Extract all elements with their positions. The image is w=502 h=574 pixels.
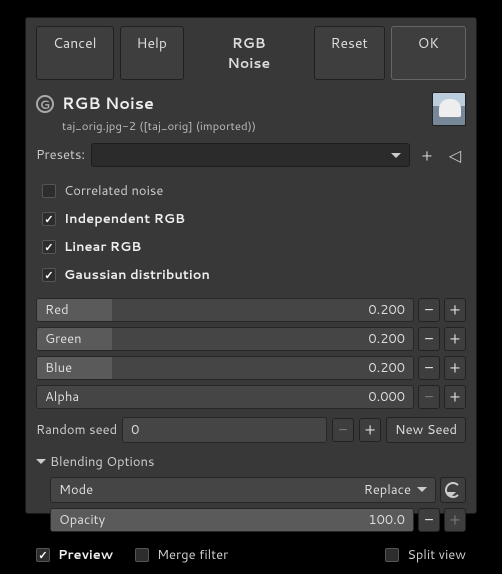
blue-slider[interactable]: Blue 0.200	[36, 356, 414, 380]
bottom-options-row: Preview Merge filter Split view	[36, 546, 466, 564]
opacity-decrement-button[interactable]	[418, 508, 440, 532]
red-increment-button[interactable]	[444, 298, 466, 322]
filter-name: RGB Noise	[62, 92, 424, 115]
correlated-noise-checkbox[interactable]	[42, 184, 56, 198]
blue-slider-row: Blue 0.200	[36, 356, 466, 380]
blue-decrement-button[interactable]	[418, 356, 440, 380]
merge-filter-label: Merge filter	[157, 546, 228, 564]
random-seed-value: 0	[131, 421, 139, 439]
independent-rgb-label: Independent RGB	[64, 210, 185, 228]
opacity-increment-button[interactable]	[444, 508, 466, 532]
mode-label: Mode	[59, 481, 93, 499]
green-increment-button[interactable]	[444, 327, 466, 351]
blending-options-header[interactable]: Blending Options	[36, 453, 466, 471]
alpha-decrement-button[interactable]	[418, 385, 440, 409]
opacity-slider-row: Opacity 100.0	[50, 508, 466, 532]
manage-presets-button[interactable]: ◁	[444, 144, 466, 166]
blending-options-body: Mode Replace Opacity 100.0	[36, 477, 466, 532]
red-value: 0.200	[368, 301, 413, 319]
green-label: Green	[37, 330, 82, 348]
green-slider[interactable]: Green 0.200	[36, 327, 414, 351]
blending-options-label: Blending Options	[50, 453, 154, 471]
presets-row: Presets: + ◁	[36, 142, 466, 168]
red-slider[interactable]: Red 0.200	[36, 298, 414, 322]
add-preset-button[interactable]: +	[416, 144, 438, 166]
random-seed-input[interactable]: 0	[122, 417, 327, 443]
mode-row: Mode Replace	[50, 477, 466, 503]
gaussian-label: Gaussian distribution	[64, 266, 210, 284]
linear-rgb-row[interactable]: Linear RGB	[36, 235, 466, 259]
alpha-label: Alpha	[37, 388, 79, 406]
alpha-value: 0.000	[368, 388, 413, 406]
correlated-noise-row[interactable]: Correlated noise	[36, 179, 466, 203]
red-slider-row: Red 0.200	[36, 298, 466, 322]
image-name: taj_orig.jpg-2 ([taj_orig] (imported))	[62, 117, 424, 134]
red-decrement-button[interactable]	[418, 298, 440, 322]
rgb-noise-dialog: Cancel Help RGB Noise Reset OK G RGB Noi…	[25, 17, 477, 514]
reset-button[interactable]: Reset	[314, 26, 385, 80]
green-decrement-button[interactable]	[418, 327, 440, 351]
gegl-icon: G	[36, 95, 54, 113]
linear-rgb-checkbox[interactable]	[42, 240, 56, 254]
split-view-checkbox[interactable]	[385, 548, 399, 562]
opacity-label: Opacity	[51, 511, 105, 529]
random-seed-row: Random seed 0 New Seed	[36, 417, 466, 443]
blue-increment-button[interactable]	[444, 356, 466, 380]
preview-label: Preview	[58, 546, 113, 564]
correlated-noise-label: Correlated noise	[64, 182, 163, 200]
alpha-slider-row: Alpha 0.000	[36, 385, 466, 409]
presets-dropdown[interactable]	[91, 143, 410, 167]
dialog-title-label: RGB Noise	[196, 26, 302, 80]
mode-value: Replace	[364, 481, 411, 499]
independent-rgb-checkbox[interactable]	[42, 212, 56, 226]
alpha-slider[interactable]: Alpha 0.000	[36, 385, 414, 409]
gaussian-checkbox[interactable]	[42, 268, 56, 282]
green-value: 0.200	[368, 330, 413, 348]
image-thumbnail[interactable]	[432, 92, 466, 126]
preview-checkbox[interactable]	[36, 548, 50, 562]
mode-reset-button[interactable]	[440, 477, 466, 503]
chevron-down-icon	[417, 487, 427, 497]
dialog-header: G RGB Noise taj_orig.jpg-2 ([taj_orig] (…	[26, 88, 476, 140]
green-slider-row: Green 0.200	[36, 327, 466, 351]
new-seed-button[interactable]: New Seed	[386, 417, 466, 443]
opacity-slider[interactable]: Opacity 100.0	[50, 508, 414, 532]
presets-label: Presets:	[36, 146, 85, 164]
linear-rgb-label: Linear RGB	[64, 238, 141, 256]
opacity-value: 100.0	[368, 511, 413, 529]
red-label: Red	[37, 301, 69, 319]
dialog-button-bar: Cancel Help RGB Noise Reset OK	[26, 18, 476, 88]
alpha-increment-button[interactable]	[444, 385, 466, 409]
gaussian-row[interactable]: Gaussian distribution	[36, 263, 466, 287]
cancel-button[interactable]: Cancel	[36, 26, 114, 80]
random-seed-label: Random seed	[36, 421, 117, 439]
independent-rgb-row[interactable]: Independent RGB	[36, 207, 466, 231]
help-button[interactable]: Help	[120, 26, 184, 80]
seed-decrement-button[interactable]	[332, 418, 354, 442]
merge-filter-checkbox[interactable]	[135, 548, 149, 562]
seed-increment-button[interactable]	[359, 418, 381, 442]
expander-icon	[36, 459, 46, 469]
blue-value: 0.200	[368, 359, 413, 377]
split-view-label: Split view	[407, 546, 466, 564]
ok-button[interactable]: OK	[391, 26, 466, 80]
blue-label: Blue	[37, 359, 72, 377]
mode-dropdown[interactable]: Mode Replace	[50, 477, 436, 503]
